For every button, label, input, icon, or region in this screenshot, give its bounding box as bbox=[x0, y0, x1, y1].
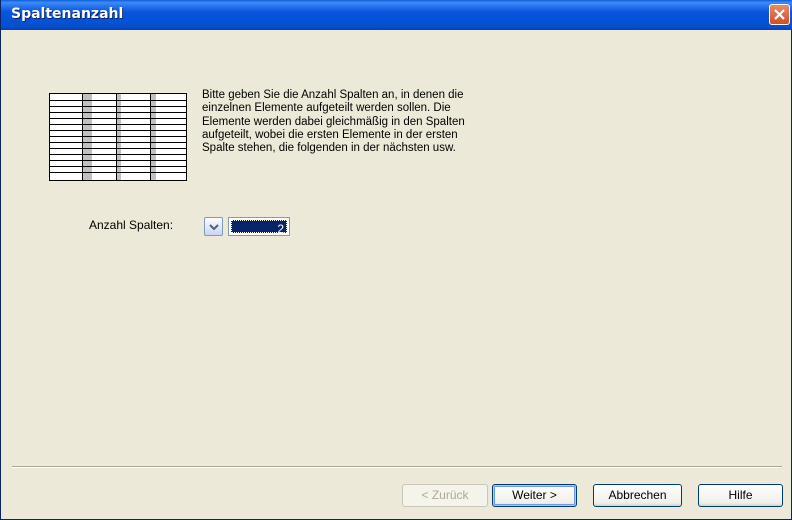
cancel-button[interactable]: Abbrechen bbox=[593, 484, 682, 507]
columns-dropdown-button[interactable] bbox=[204, 217, 223, 236]
columns-count-selection: 2 bbox=[231, 220, 287, 236]
help-button[interactable]: Hilfe bbox=[698, 484, 783, 507]
back-button[interactable]: < Zurück bbox=[402, 484, 488, 507]
columns-count-field[interactable]: 2 bbox=[228, 217, 290, 236]
columns-illustration bbox=[49, 93, 187, 181]
title-bar[interactable]: Spaltenanzahl bbox=[1, 0, 792, 30]
button-separator bbox=[12, 466, 782, 468]
dialog-window: Spaltenanzahl Bitte geben Sie die Anzahl… bbox=[0, 0, 792, 520]
close-button[interactable] bbox=[769, 4, 790, 25]
close-icon bbox=[774, 9, 785, 20]
next-button[interactable]: Weiter > bbox=[492, 484, 577, 507]
chevron-down-icon bbox=[209, 224, 219, 231]
description-text: Bitte geben Sie die Anzahl Spalten an, i… bbox=[202, 89, 465, 155]
columns-label: Anzahl Spalten: bbox=[89, 218, 174, 232]
window-title: Spaltenanzahl bbox=[11, 6, 124, 22]
columns-count-value: 2 bbox=[277, 222, 284, 236]
